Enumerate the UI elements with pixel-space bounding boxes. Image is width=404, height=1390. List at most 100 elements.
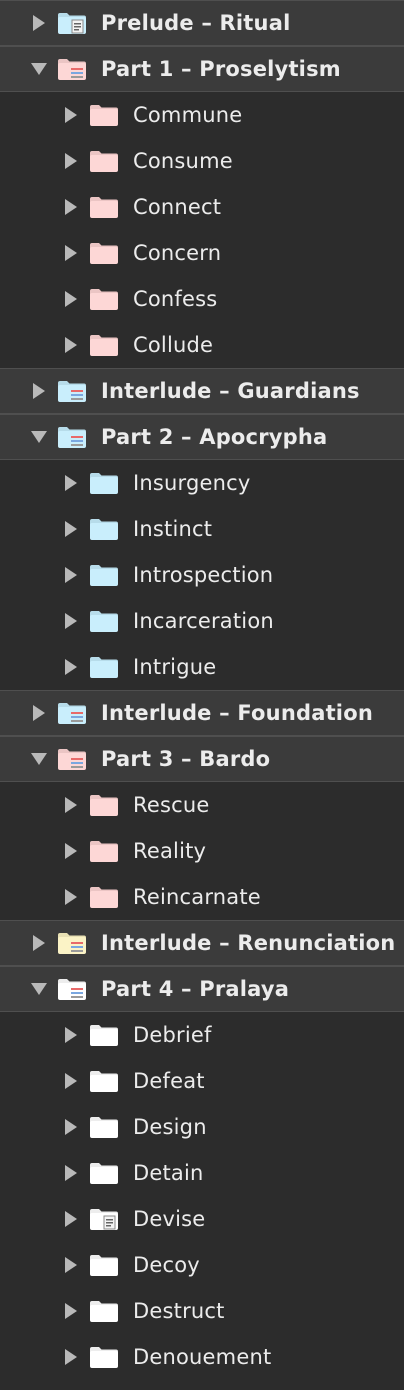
- disclosure-triangle-collapsed-icon[interactable]: [63, 567, 79, 583]
- tree-row-label: Decoy: [133, 1253, 200, 1277]
- tree-row-commune[interactable]: Commune: [0, 92, 404, 138]
- folder-icon: [89, 1069, 119, 1093]
- disclosure-triangle-collapsed-icon[interactable]: [63, 797, 79, 813]
- tree-row-part-4-pralaya[interactable]: Part 4 – Pralaya: [0, 966, 404, 1012]
- disclosure-triangle-expanded-icon[interactable]: [31, 751, 47, 767]
- tree-row-instinct[interactable]: Instinct: [0, 506, 404, 552]
- disclosure-triangle-collapsed-icon[interactable]: [63, 1211, 79, 1227]
- tree-row-label: Interlude – Renunciation: [101, 931, 396, 955]
- folder-icon: [89, 609, 119, 633]
- tree-row-label: Introspection: [133, 563, 274, 587]
- folder-lines-icon: [57, 379, 87, 403]
- tree-row-collude[interactable]: Collude: [0, 322, 404, 368]
- disclosure-triangle-collapsed-icon[interactable]: [63, 199, 79, 215]
- tree-row-label: Destruct: [133, 1299, 225, 1323]
- tree-row-devise[interactable]: Devise: [0, 1196, 404, 1242]
- folder-lines-icon: [57, 931, 87, 955]
- disclosure-triangle-collapsed-icon[interactable]: [63, 153, 79, 169]
- folder-icon: [89, 471, 119, 495]
- tree-row-label: Incarceration: [133, 609, 274, 633]
- tree-row-label: Concern: [133, 241, 222, 265]
- disclosure-triangle-collapsed-icon[interactable]: [31, 705, 47, 721]
- tree-row-concern[interactable]: Concern: [0, 230, 404, 276]
- tree-row-intrigue[interactable]: Intrigue: [0, 644, 404, 690]
- tree-row-decoy[interactable]: Decoy: [0, 1242, 404, 1288]
- disclosure-triangle-collapsed-icon[interactable]: [63, 291, 79, 307]
- tree-row-interlude-foundation[interactable]: Interlude – Foundation: [0, 690, 404, 736]
- tree-row-label: Detain: [133, 1161, 204, 1185]
- folder-icon: [89, 1115, 119, 1139]
- disclosure-triangle-collapsed-icon[interactable]: [63, 245, 79, 261]
- disclosure-triangle-collapsed-icon[interactable]: [31, 383, 47, 399]
- disclosure-triangle-collapsed-icon[interactable]: [63, 521, 79, 537]
- tree-row-incarceration[interactable]: Incarceration: [0, 598, 404, 644]
- disclosure-triangle-collapsed-icon[interactable]: [31, 15, 47, 31]
- disclosure-triangle-collapsed-icon[interactable]: [63, 843, 79, 859]
- folder-icon: [89, 563, 119, 587]
- tree-row-label: Insurgency: [133, 471, 251, 495]
- tree-row-label: Denouement: [133, 1345, 272, 1369]
- disclosure-triangle-expanded-icon[interactable]: [31, 61, 47, 77]
- folder-icon: [89, 1023, 119, 1047]
- tree-row-label: Collude: [133, 333, 214, 357]
- disclosure-triangle-expanded-icon[interactable]: [31, 981, 47, 997]
- tree-row-part-1-proselytism[interactable]: Part 1 – Proselytism: [0, 46, 404, 92]
- disclosure-triangle-expanded-icon[interactable]: [31, 429, 47, 445]
- folder-lines-icon: [57, 425, 87, 449]
- folder-lines-icon: [57, 977, 87, 1001]
- tree-row-insurgency[interactable]: Insurgency: [0, 460, 404, 506]
- tree-row-label: Interlude – Guardians: [101, 379, 360, 403]
- disclosure-triangle-collapsed-icon[interactable]: [63, 337, 79, 353]
- disclosure-triangle-collapsed-icon[interactable]: [63, 659, 79, 675]
- tree-row-interlude-guardians[interactable]: Interlude – Guardians: [0, 368, 404, 414]
- tree-row-prelude-ritual[interactable]: Prelude – Ritual: [0, 0, 404, 46]
- tree-row-consume[interactable]: Consume: [0, 138, 404, 184]
- folder-icon: [89, 1345, 119, 1369]
- tree-row-reincarnate[interactable]: Reincarnate: [0, 874, 404, 920]
- tree-row-label: Consume: [133, 149, 233, 173]
- disclosure-triangle-collapsed-icon[interactable]: [63, 475, 79, 491]
- tree-row-defeat[interactable]: Defeat: [0, 1058, 404, 1104]
- tree-row-label: Part 4 – Pralaya: [101, 977, 290, 1001]
- tree-row-denouement[interactable]: Denouement: [0, 1334, 404, 1380]
- tree-row-interlude-renunciation[interactable]: Interlude – Renunciation: [0, 920, 404, 966]
- tree-row-detain[interactable]: Detain: [0, 1150, 404, 1196]
- disclosure-triangle-collapsed-icon[interactable]: [63, 613, 79, 629]
- folder-icon: [89, 149, 119, 173]
- tree-row-rescue[interactable]: Rescue: [0, 782, 404, 828]
- tree-row-label: Defeat: [133, 1069, 205, 1093]
- disclosure-triangle-collapsed-icon[interactable]: [63, 1303, 79, 1319]
- disclosure-triangle-collapsed-icon[interactable]: [63, 1257, 79, 1273]
- tree-row-introspection[interactable]: Introspection: [0, 552, 404, 598]
- tree-row-destruct[interactable]: Destruct: [0, 1288, 404, 1334]
- folder-icon: [89, 1299, 119, 1323]
- folder-icon: [89, 517, 119, 541]
- tree-row-confess[interactable]: Confess: [0, 276, 404, 322]
- folder-icon: [89, 655, 119, 679]
- tree-row-debrief[interactable]: Debrief: [0, 1012, 404, 1058]
- folder-icon: [89, 839, 119, 863]
- tree-row-part-3-bardo[interactable]: Part 3 – Bardo: [0, 736, 404, 782]
- disclosure-triangle-collapsed-icon[interactable]: [63, 1119, 79, 1135]
- disclosure-triangle-collapsed-icon[interactable]: [63, 1073, 79, 1089]
- tree-row-part-2-apocrypha[interactable]: Part 2 – Apocrypha: [0, 414, 404, 460]
- tree-row-label: Interlude – Foundation: [101, 701, 373, 725]
- disclosure-triangle-collapsed-icon[interactable]: [63, 1165, 79, 1181]
- tree-row-label: Part 3 – Bardo: [101, 747, 271, 771]
- disclosure-triangle-collapsed-icon[interactable]: [63, 107, 79, 123]
- binder-outline: Prelude – Ritual Part 1 – Proselytism Comm…: [0, 0, 404, 1390]
- tree-row-label: Prelude – Ritual: [101, 11, 291, 35]
- tree-row-label: Connect: [133, 195, 222, 219]
- tree-row-reality[interactable]: Reality: [0, 828, 404, 874]
- tree-row-label: Reincarnate: [133, 885, 261, 909]
- disclosure-triangle-collapsed-icon[interactable]: [31, 935, 47, 951]
- disclosure-triangle-collapsed-icon[interactable]: [63, 889, 79, 905]
- tree-row-label: Design: [133, 1115, 207, 1139]
- tree-row-design[interactable]: Design: [0, 1104, 404, 1150]
- tree-row-label: Instinct: [133, 517, 213, 541]
- tree-row-label: Intrigue: [133, 655, 217, 679]
- tree-row-label: Devise: [133, 1207, 206, 1231]
- disclosure-triangle-collapsed-icon[interactable]: [63, 1349, 79, 1365]
- disclosure-triangle-collapsed-icon[interactable]: [63, 1027, 79, 1043]
- tree-row-connect[interactable]: Connect: [0, 184, 404, 230]
